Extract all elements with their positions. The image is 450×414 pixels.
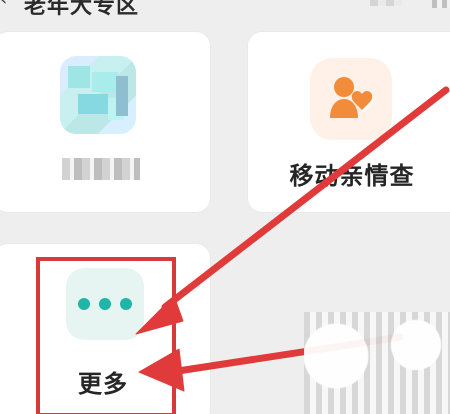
card-label-family-check: 移动亲情查 <box>289 162 415 190</box>
blurred-app-icon <box>60 56 136 134</box>
blurred-top-element <box>432 0 450 8</box>
feature-card-family-check[interactable]: 移动亲情查 <box>248 32 450 212</box>
card-label-more: 更多 <box>78 370 128 398</box>
blurred-top-element <box>370 0 402 6</box>
back-arrow-icon[interactable]: ‹ <box>0 0 10 10</box>
screenshot-page: ‹ 老年大专区 移动亲情查 <box>0 0 450 414</box>
blurred-corner-element <box>304 312 450 414</box>
blurred-card-label <box>62 158 140 180</box>
feature-card-more[interactable]: 更多 <box>0 244 210 414</box>
top-header: ‹ 老年大专区 <box>0 0 450 19</box>
person-heart-icon <box>310 58 392 140</box>
feature-card-blurred[interactable] <box>0 32 210 212</box>
page-title: 老年大专区 <box>24 0 140 19</box>
more-dots-icon <box>66 268 144 340</box>
